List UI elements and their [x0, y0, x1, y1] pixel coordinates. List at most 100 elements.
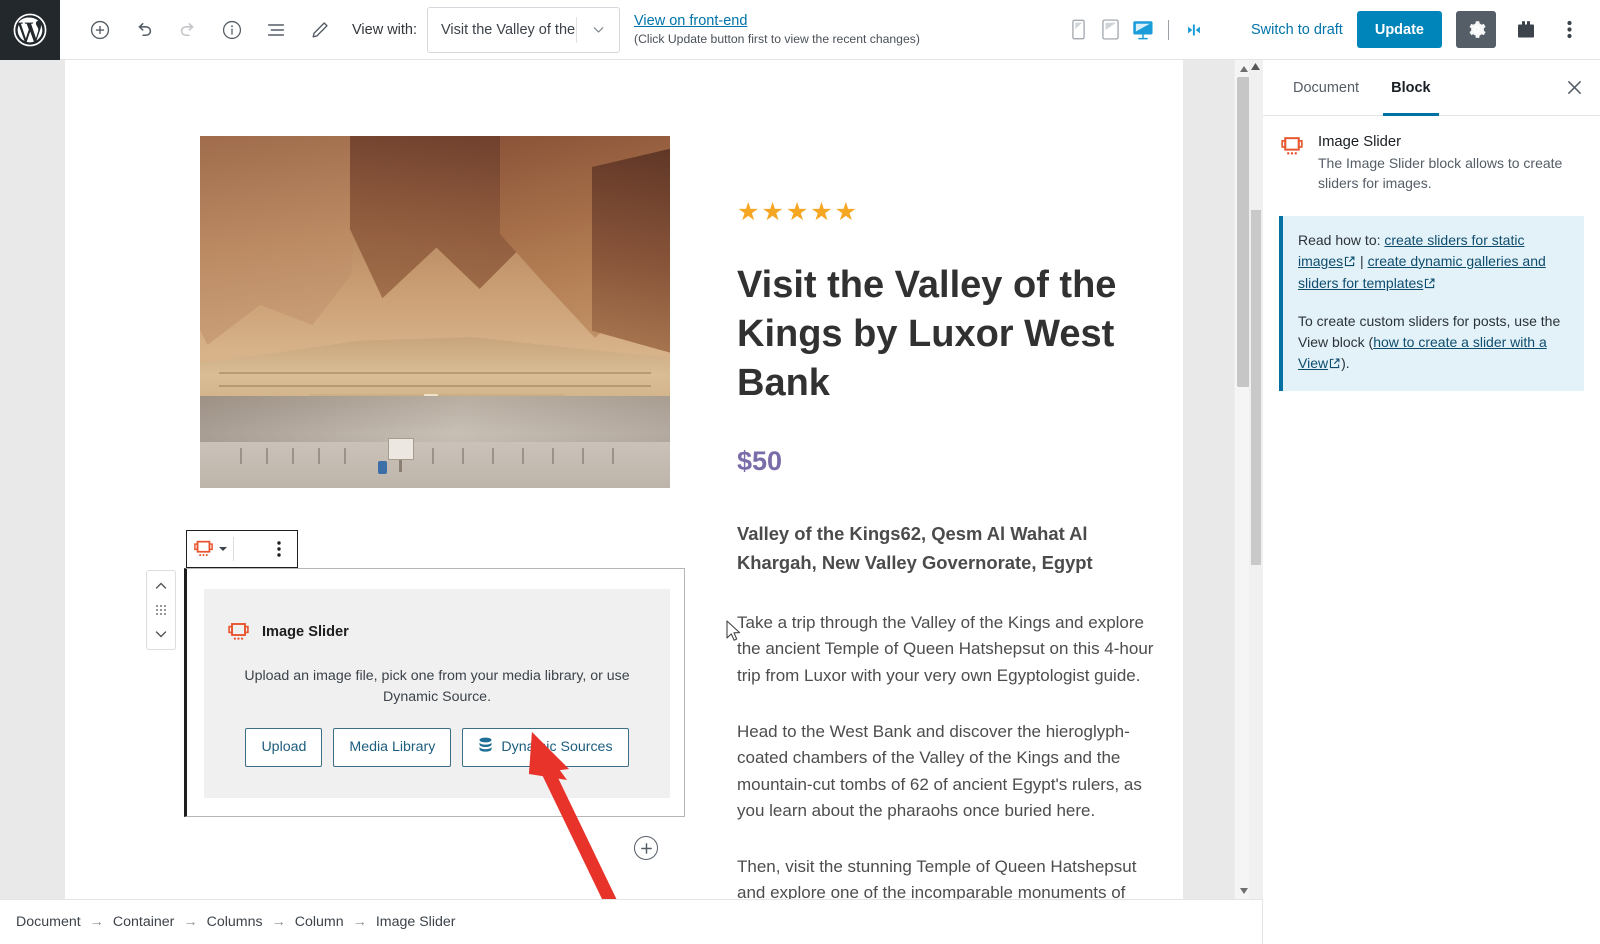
- breadcrumb-separator: →: [183, 914, 198, 930]
- sidebar-block-description: The Image Slider block allows to create …: [1318, 155, 1563, 191]
- notice-separator: |: [1356, 252, 1368, 269]
- visitor-figure: [378, 461, 387, 474]
- placeholder-heading: Image Slider: [226, 620, 349, 644]
- publish-actions-group: Switch to draft Update: [1251, 11, 1600, 48]
- wordpress-logo-icon[interactable]: [0, 0, 60, 60]
- block-navigation-button[interactable]: [256, 10, 296, 50]
- update-button[interactable]: Update: [1356, 11, 1442, 48]
- page-title[interactable]: Visit the Valley of the Kings by Luxor W…: [737, 261, 1167, 408]
- foreground-ground: [200, 396, 670, 488]
- dynamic-sources-button-label: Dynamic Sources: [501, 739, 613, 756]
- breadcrumb-item-columns[interactable]: Columns: [207, 914, 263, 930]
- chevron-down-icon: [219, 547, 227, 551]
- image-slider-block[interactable]: Image Slider Upload an image file, pick …: [184, 568, 685, 817]
- notice-suffix: ).: [1341, 354, 1350, 371]
- placeholder-buttons: Upload Media Library Dynamic Sources: [245, 727, 629, 767]
- sign-post: [399, 458, 402, 472]
- ground-shadow: [200, 396, 670, 442]
- placeholder-title: Image Slider: [262, 624, 349, 641]
- block-type-button[interactable]: [187, 531, 233, 567]
- block-toolbar[interactable]: [186, 530, 260, 568]
- tablet-icon[interactable]: [1100, 17, 1122, 43]
- block-mover[interactable]: [146, 570, 176, 650]
- dynamic-sources-button[interactable]: Dynamic Sources: [462, 727, 629, 767]
- image-slider-block-icon: [194, 540, 213, 557]
- breadcrumb-separator: →: [271, 914, 286, 930]
- breadcrumb-item-column[interactable]: Column: [295, 914, 344, 930]
- breadcrumb-item-image-slider[interactable]: Image Slider: [376, 914, 456, 930]
- information-sign: [388, 438, 414, 460]
- view-on-front-end-link[interactable]: View on front-end: [634, 12, 920, 30]
- settings-sidebar: Document Block Image Slider The Image Sl…: [1249, 60, 1600, 944]
- view-with-label: View with:: [352, 21, 418, 38]
- caret-up-icon[interactable]: [1251, 62, 1260, 72]
- external-link-icon: [1344, 252, 1355, 273]
- device-preview-group: [1068, 17, 1213, 43]
- tab-document[interactable]: Document: [1277, 60, 1375, 115]
- gear-icon[interactable]: [1456, 11, 1496, 48]
- content-info-button[interactable]: [212, 10, 252, 50]
- hero-image: [200, 136, 670, 488]
- image-slider-block-icon: [228, 623, 249, 641]
- price-text[interactable]: $50: [737, 446, 782, 477]
- block-options-button[interactable]: [260, 530, 298, 568]
- media-library-button[interactable]: Media Library: [333, 727, 452, 767]
- switch-to-draft-button[interactable]: Switch to draft: [1251, 22, 1343, 38]
- toolbar-divider: [1167, 19, 1169, 40]
- tab-block[interactable]: Block: [1375, 60, 1447, 116]
- image-slider-placeholder: Image Slider Upload an image file, pick …: [204, 589, 670, 798]
- post-content-sheet: Image Slider Upload an image file, pick …: [65, 60, 1183, 899]
- rating-stars: ★★★★★: [737, 198, 860, 226]
- undo-button[interactable]: [124, 10, 164, 50]
- editor-top-bar: View with: Visit the Valley of the... Vi…: [0, 0, 1600, 60]
- placeholder-description: Upload an image file, pick one from your…: [244, 668, 630, 705]
- external-link-icon: [1424, 274, 1435, 295]
- front-end-note: (Click Update button first to view the r…: [634, 31, 920, 46]
- upload-button[interactable]: Upload: [245, 727, 323, 767]
- sidebar-tabs: Document Block: [1263, 60, 1600, 116]
- body-paragraph[interactable]: Take a trip through the Valley of the Ki…: [737, 610, 1167, 689]
- add-block-button[interactable]: [80, 10, 120, 50]
- vertical-dots-icon[interactable]: [1556, 11, 1582, 48]
- mouse-cursor: [726, 620, 741, 641]
- sidebar-notice: Read how to: create sliders for static i…: [1279, 215, 1584, 391]
- notice-paragraph-2: To create custom sliders for posts, use …: [1298, 311, 1568, 375]
- chevron-down-icon: [577, 21, 619, 38]
- breadcrumb-separator: →: [89, 914, 104, 930]
- sidebar-block-title: Image Slider: [1318, 134, 1402, 150]
- address-text[interactable]: Valley of the Kings62, Qesm Al Wahat Al …: [737, 519, 1152, 578]
- close-icon[interactable]: [1548, 60, 1600, 115]
- toolbox-icon[interactable]: [1510, 11, 1542, 48]
- resize-handles-icon[interactable]: [1183, 17, 1205, 43]
- body-paragraph[interactable]: Then, visit the stunning Temple of Queen…: [737, 854, 1167, 899]
- drag-handle-icon[interactable]: [148, 599, 174, 621]
- edit-mode-button[interactable]: [300, 10, 340, 50]
- cliff-shape: [592, 146, 670, 356]
- sidebar-scroll-rail[interactable]: [1249, 60, 1263, 899]
- toolbar-divider: [233, 537, 234, 561]
- external-link-icon: [1329, 354, 1340, 375]
- scrollbar-thumb[interactable]: [1251, 210, 1261, 565]
- notice-paragraph-1: Read how to: create sliders for static i…: [1298, 230, 1568, 295]
- plus-circle-icon[interactable]: [634, 836, 658, 860]
- view-with-select[interactable]: Visit the Valley of the...: [427, 6, 621, 53]
- desktop-icon[interactable]: [1132, 17, 1154, 43]
- mobile-icon[interactable]: [1068, 17, 1090, 43]
- view-with-value: Visit the Valley of the...: [441, 21, 577, 38]
- breadcrumb: Document → Container → Columns → Column …: [0, 899, 1262, 944]
- image-slider-block-icon: [1279, 134, 1305, 194]
- move-up-button[interactable]: [148, 575, 174, 597]
- notice-prefix: Read how to:: [1298, 231, 1385, 248]
- database-stack-icon: [478, 737, 493, 758]
- redo-button[interactable]: [168, 10, 208, 50]
- move-down-button[interactable]: [148, 623, 174, 645]
- breadcrumb-item-container[interactable]: Container: [113, 914, 175, 930]
- breadcrumb-separator: →: [352, 914, 367, 930]
- media-library-button-label: Media Library: [349, 739, 436, 756]
- sidebar-block-info: Image Slider The Image Slider block allo…: [1263, 116, 1600, 194]
- breadcrumb-item-document[interactable]: Document: [16, 914, 81, 930]
- editor-canvas: Image Slider Upload an image file, pick …: [0, 60, 1262, 899]
- body-paragraph[interactable]: Head to the West Bank and discover the h…: [737, 719, 1167, 824]
- vertical-dots-icon: [276, 541, 281, 557]
- upload-button-label: Upload: [261, 739, 307, 756]
